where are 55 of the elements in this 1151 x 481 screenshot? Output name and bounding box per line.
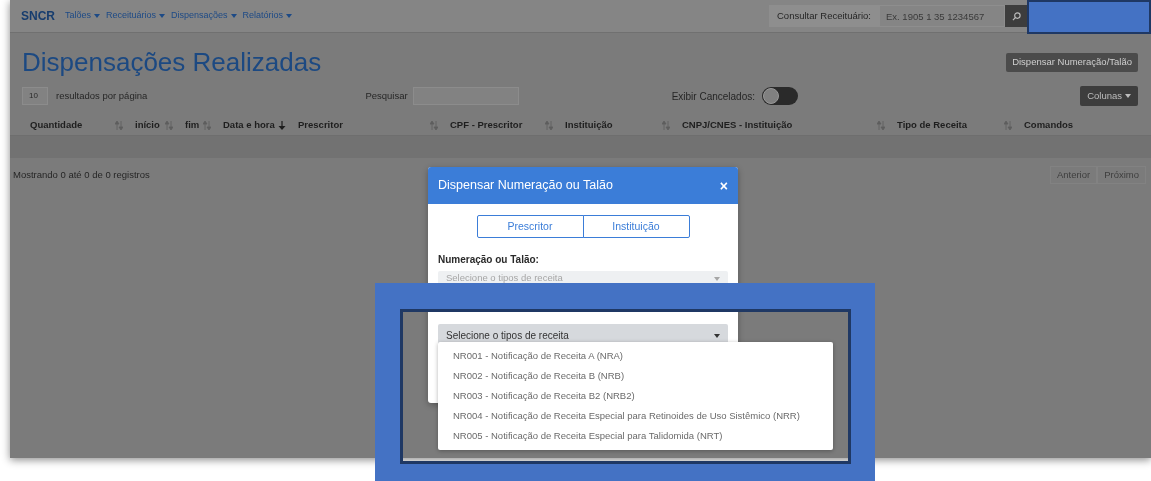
field-label: Numeração ou Talão:: [438, 253, 540, 267]
sort-icon[interactable]: [1004, 121, 1012, 130]
page-size-label: resultados por página: [56, 88, 148, 103]
dropdown-option[interactable]: NR003 - Notificação de Receita B2 (NRB2): [438, 386, 833, 406]
modal-tab[interactable]: Instituição: [582, 215, 690, 238]
caret-icon: [94, 14, 101, 18]
show-cancelled-toggle[interactable]: [762, 87, 798, 105]
brand[interactable]: SNCR: [21, 7, 55, 25]
menu-item[interactable]: Relatórios: [242, 9, 293, 23]
column-header[interactable]: fim: [177, 118, 215, 133]
lookup-label: Consultar Receituário:: [769, 5, 879, 27]
dropdown-option[interactable]: NR004 - Notificação de Receita Especial para Retinoides de Uso Sistêmico (NRR): [438, 406, 833, 426]
column-header[interactable]: Comandos: [1016, 118, 1126, 133]
column-header[interactable]: Quantidade: [22, 118, 127, 133]
dropdown-option[interactable]: NR001 - Notificação de Receita A (NRA): [438, 346, 833, 366]
caret-icon: [714, 276, 720, 281]
caret-icon: [159, 14, 166, 18]
sort-icon[interactable]: [662, 121, 670, 130]
dropdown-option[interactable]: NR002 - Notificação de Receita B (NRB): [438, 366, 833, 386]
column-header[interactable]: CPF - Prescritor: [442, 118, 557, 133]
close-button[interactable]: ×: [719, 178, 728, 193]
column-header[interactable]: Instituição: [557, 118, 674, 133]
caret-icon: [1125, 94, 1131, 98]
sort-icon[interactable]: [165, 121, 173, 130]
sort-icon[interactable]: [877, 121, 885, 130]
column-header[interactable]: início: [127, 118, 177, 133]
search-icon: [1011, 11, 1021, 21]
modal-title: Dispensar Numeração ou Talão: [438, 177, 613, 195]
column-header[interactable]: Prescritor: [290, 118, 442, 133]
page-size-field[interactable]: 10: [22, 87, 48, 105]
pager-button[interactable]: Próximo: [1097, 166, 1146, 184]
column-header[interactable]: CNPJ/CNES - Instituição: [674, 118, 889, 133]
lookup-field[interactable]: Ex. 1905 1 35 1234567: [879, 5, 1005, 27]
caret-icon: [230, 14, 237, 18]
columns-button[interactable]: Colunas: [1080, 86, 1138, 106]
table-footer-text: Mostrando 0 até 0 de 0 registros: [13, 167, 150, 182]
dropdown-option[interactable]: NR005 - Notificação de Receita Especial para Talidomida (NRT): [438, 426, 833, 446]
column-header[interactable]: Data e hora: [215, 118, 290, 133]
menu-item[interactable]: Receituários: [106, 9, 166, 23]
sort-icon[interactable]: [545, 121, 553, 130]
dispense-button[interactable]: Dispensar Numeração/Talão: [1006, 52, 1138, 72]
menu-item[interactable]: Talões: [65, 9, 101, 23]
caret-icon: [286, 14, 293, 18]
modal-tab[interactable]: Prescritor: [476, 215, 584, 238]
search-label: Pesquisar: [365, 88, 408, 103]
column-header[interactable]: Tipo de Receita: [889, 118, 1016, 133]
caret-icon: [714, 333, 720, 338]
sort-descending-icon[interactable]: [278, 121, 286, 130]
search-button[interactable]: [1005, 5, 1027, 27]
page-title: Dispensações Realizadas: [22, 46, 322, 79]
sort-icon[interactable]: [430, 121, 438, 130]
menu-item[interactable]: Dispensações: [171, 9, 237, 23]
sort-icon[interactable]: [115, 121, 123, 130]
sort-icon[interactable]: [203, 121, 211, 130]
show-cancelled-label: Exibir Cancelados:: [671, 89, 755, 104]
